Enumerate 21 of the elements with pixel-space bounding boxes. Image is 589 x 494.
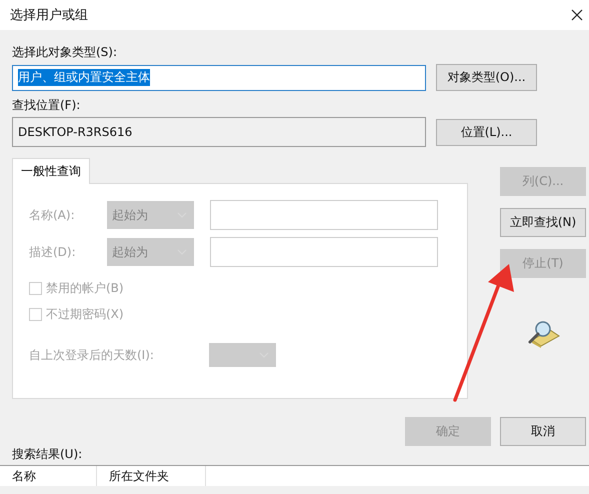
- object-types-button[interactable]: 对象类型(O)...: [436, 64, 537, 91]
- results-label: 搜索结果(U):: [12, 446, 84, 463]
- object-type-label: 选择此对象类型(S):: [12, 44, 118, 61]
- side-button[interactable]: 立即查找(N): [500, 208, 586, 237]
- checkbox-label: 不过期密码(X): [46, 306, 124, 323]
- dialog-button[interactable]: 取消: [500, 417, 586, 446]
- magnifier-icon: [526, 320, 560, 348]
- close-icon[interactable]: [571, 9, 583, 21]
- window-title: 选择用户或组: [10, 7, 88, 24]
- days-label: 自上次登录后的天数(I):: [29, 346, 155, 364]
- locations-button[interactable]: 位置(L)...: [436, 118, 537, 146]
- location-label: 查找位置(F):: [12, 97, 82, 114]
- days-dropdown[interactable]: [209, 343, 276, 367]
- column-header[interactable]: 名称: [0, 466, 97, 486]
- field-label: 描述(D):: [29, 244, 77, 260]
- tab[interactable]: 一般性查询: [12, 158, 90, 184]
- object-type-field[interactable]: 用户、组或内置安全主体: [12, 64, 426, 90]
- location-field: DESKTOP-R3RS616: [12, 117, 426, 147]
- field-label: 名称(A):: [29, 206, 76, 224]
- checkbox-label: 禁用的帐户(B): [46, 280, 124, 297]
- column-header[interactable]: 所在文件夹: [97, 466, 206, 486]
